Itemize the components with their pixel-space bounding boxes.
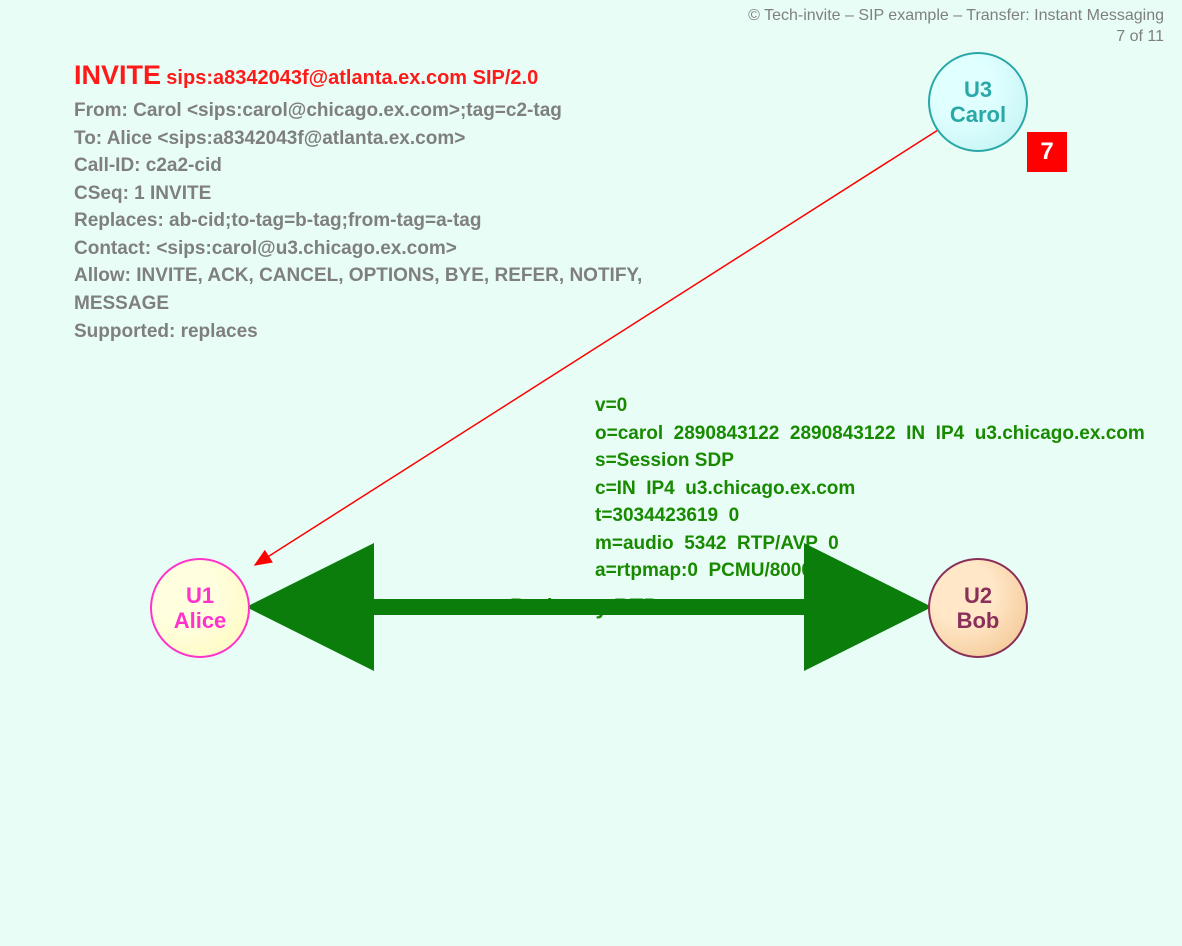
sip-header-line: Allow: INVITE, ACK, CANCEL, OPTIONS, BYE…	[74, 262, 642, 290]
attribution-block: © Tech-invite – SIP example – Transfer: …	[748, 6, 1164, 48]
attribution-text: © Tech-invite – SIP example – Transfer: …	[748, 6, 1164, 27]
node-name: Carol	[950, 102, 1006, 127]
node-id: U1	[186, 583, 214, 608]
sdp-line: t=3034423619 0	[595, 505, 739, 526]
sip-header-line: Contact: <sips:carol@u3.chicago.ex.com>	[74, 235, 642, 263]
sip-header-line: CSeq: 1 INVITE	[74, 180, 642, 208]
sdp-line: o=carol 2890843122 2890843122 IN IP4 u3.…	[595, 423, 1145, 444]
sdp-block: v=0 o=carol 2890843122 2890843122 IN IP4…	[595, 392, 1145, 585]
node-id: U2	[964, 583, 992, 608]
node-name: Bob	[957, 608, 1000, 633]
node-u3-carol: U3 Carol	[928, 52, 1028, 152]
node-id: U3	[964, 77, 992, 102]
diagram-stage: © Tech-invite – SIP example – Transfer: …	[0, 0, 1182, 946]
sip-method: INVITE	[74, 60, 161, 90]
sdp-line: a=rtpmap:0 PCMU/8000	[595, 560, 812, 581]
sdp-line: c=IN IP4 u3.chicago.ex.com	[595, 478, 855, 499]
sip-request-line: INVITE sips:a8342043f@atlanta.ex.com SIP…	[74, 56, 642, 95]
sdp-line: s=Session SDP	[595, 450, 734, 471]
rtp-label: Both way RTP	[510, 594, 658, 620]
sdp-line: v=0	[595, 395, 627, 416]
node-name: Alice	[174, 608, 227, 633]
step-number: 7	[1040, 138, 1053, 166]
sip-header-line: Call-ID: c2a2-cid	[74, 152, 642, 180]
sip-header-line: To: Alice <sips:a8342043f@atlanta.ex.com…	[74, 125, 642, 153]
sip-header-line: Supported: replaces	[74, 318, 642, 346]
sip-request-uri: sips:a8342043f@atlanta.ex.com SIP/2.0	[166, 67, 538, 89]
sip-header-line: MESSAGE	[74, 290, 642, 318]
sip-header-line: From: Carol <sips:carol@chicago.ex.com>;…	[74, 97, 642, 125]
step-badge: 7	[1027, 132, 1067, 172]
node-u2-bob: U2 Bob	[928, 558, 1028, 658]
page-indicator: 7 of 11	[748, 27, 1164, 48]
node-u1-alice: U1 Alice	[150, 558, 250, 658]
sip-message-block: INVITE sips:a8342043f@atlanta.ex.com SIP…	[74, 56, 642, 345]
sip-header-line: Replaces: ab-cid;to-tag=b-tag;from-tag=a…	[74, 207, 642, 235]
sdp-line: m=audio 5342 RTP/AVP 0	[595, 533, 839, 554]
